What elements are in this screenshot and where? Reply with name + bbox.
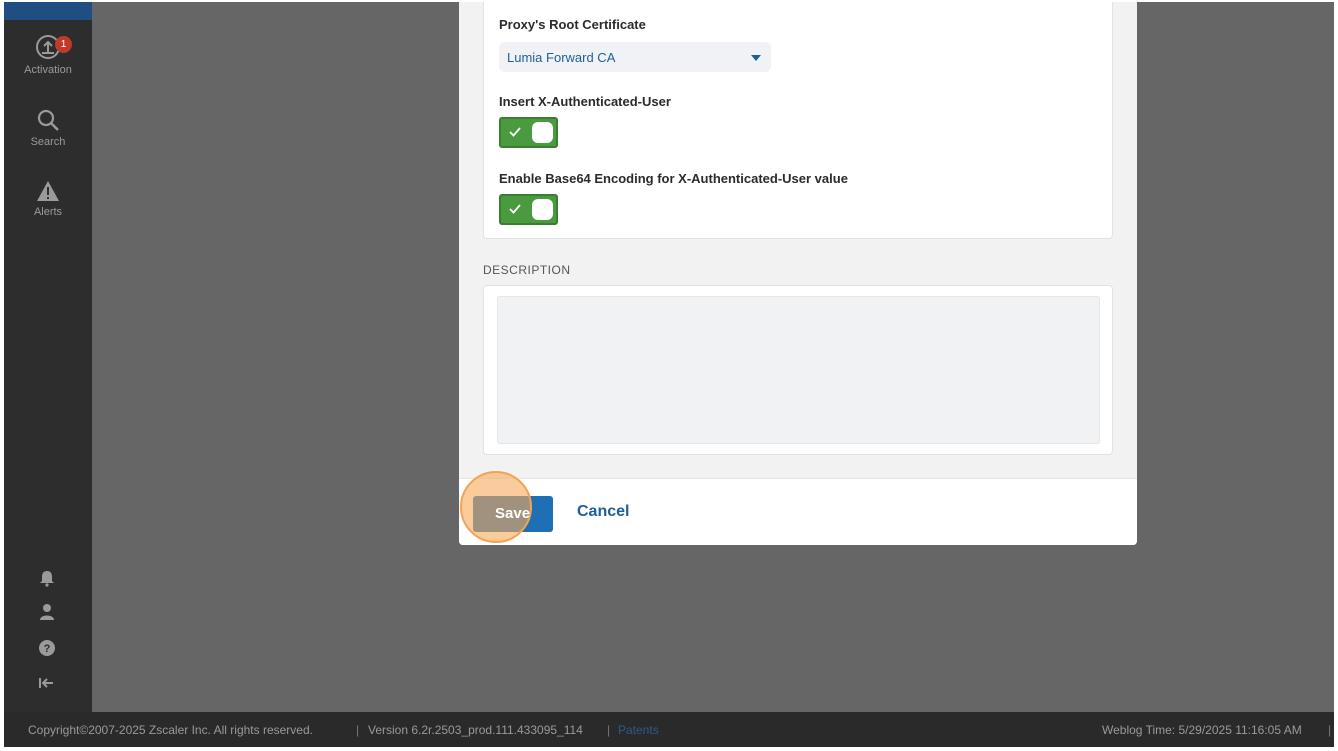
save-button-label[interactable]: Save (495, 505, 530, 522)
description-card (483, 285, 1113, 455)
svg-text:?: ? (44, 643, 51, 655)
activation-count-badge: 1 (55, 36, 72, 53)
check-icon (509, 204, 521, 214)
sidebar-item-label: Alerts (33, 206, 63, 218)
description-section-title: DESCRIPTION (483, 263, 571, 277)
sidebar-item-label: Activation (24, 64, 72, 76)
status-bar: Copyright©2007-2025 Zscaler Inc. All rig… (4, 712, 1334, 747)
proxy-settings-dialog: Proxy's Root Certificate Lumia Forward C… (459, 2, 1137, 545)
alert-icon (37, 181, 59, 201)
settings-card: Proxy's Root Certificate Lumia Forward C… (483, 2, 1113, 239)
help-icon[interactable]: ? (38, 639, 56, 657)
chevron-down-icon (751, 55, 761, 61)
sidebar-item-label: Search (30, 136, 66, 148)
bell-icon[interactable] (38, 569, 56, 587)
search-icon (37, 109, 59, 131)
check-icon (509, 127, 521, 137)
base64-encoding-toggle[interactable] (499, 194, 558, 225)
toggle-knob (532, 122, 553, 143)
status-separator: | (356, 723, 360, 737)
collapse-arrow-icon[interactable] (38, 674, 56, 692)
app-frame: Activation 1 Search Alerts ? Proxy's Roo… (4, 2, 1334, 747)
toggle-knob (532, 199, 553, 220)
root-certificate-select[interactable]: Lumia Forward CA (499, 42, 771, 72)
root-certificate-label: Proxy's Root Certificate (499, 17, 646, 32)
patents-link[interactable]: Patents (618, 723, 659, 737)
copyright-text: Copyright©2007-2025 Zscaler Inc. All rig… (28, 723, 313, 737)
status-separator: | (607, 723, 611, 737)
weblog-time: Weblog Time: 5/29/2025 11:16:05 AM (1102, 723, 1302, 737)
base64-encoding-label: Enable Base64 Encoding for X-Authenticat… (499, 171, 848, 186)
left-sidebar: Activation 1 Search Alerts ? (4, 2, 92, 712)
root-certificate-value: Lumia Forward CA (507, 50, 616, 65)
insert-user-label: Insert X-Authenticated-User (499, 94, 671, 109)
sidebar-item-activation[interactable]: Activation (4, 34, 92, 76)
sidebar-item-alerts[interactable]: Alerts (4, 180, 92, 218)
version-text: Version 6.2r.2503_prod.111.433095_114 (368, 723, 583, 737)
status-separator: | (1328, 723, 1332, 737)
description-textarea[interactable] (497, 296, 1100, 444)
insert-user-toggle[interactable] (499, 117, 558, 148)
user-icon[interactable] (38, 603, 56, 621)
sidebar-item-search[interactable]: Search (4, 108, 92, 148)
cancel-button[interactable]: Cancel (577, 503, 629, 521)
dialog-footer: Save Cancel (459, 471, 1137, 545)
sidebar-top-strip (4, 2, 92, 20)
